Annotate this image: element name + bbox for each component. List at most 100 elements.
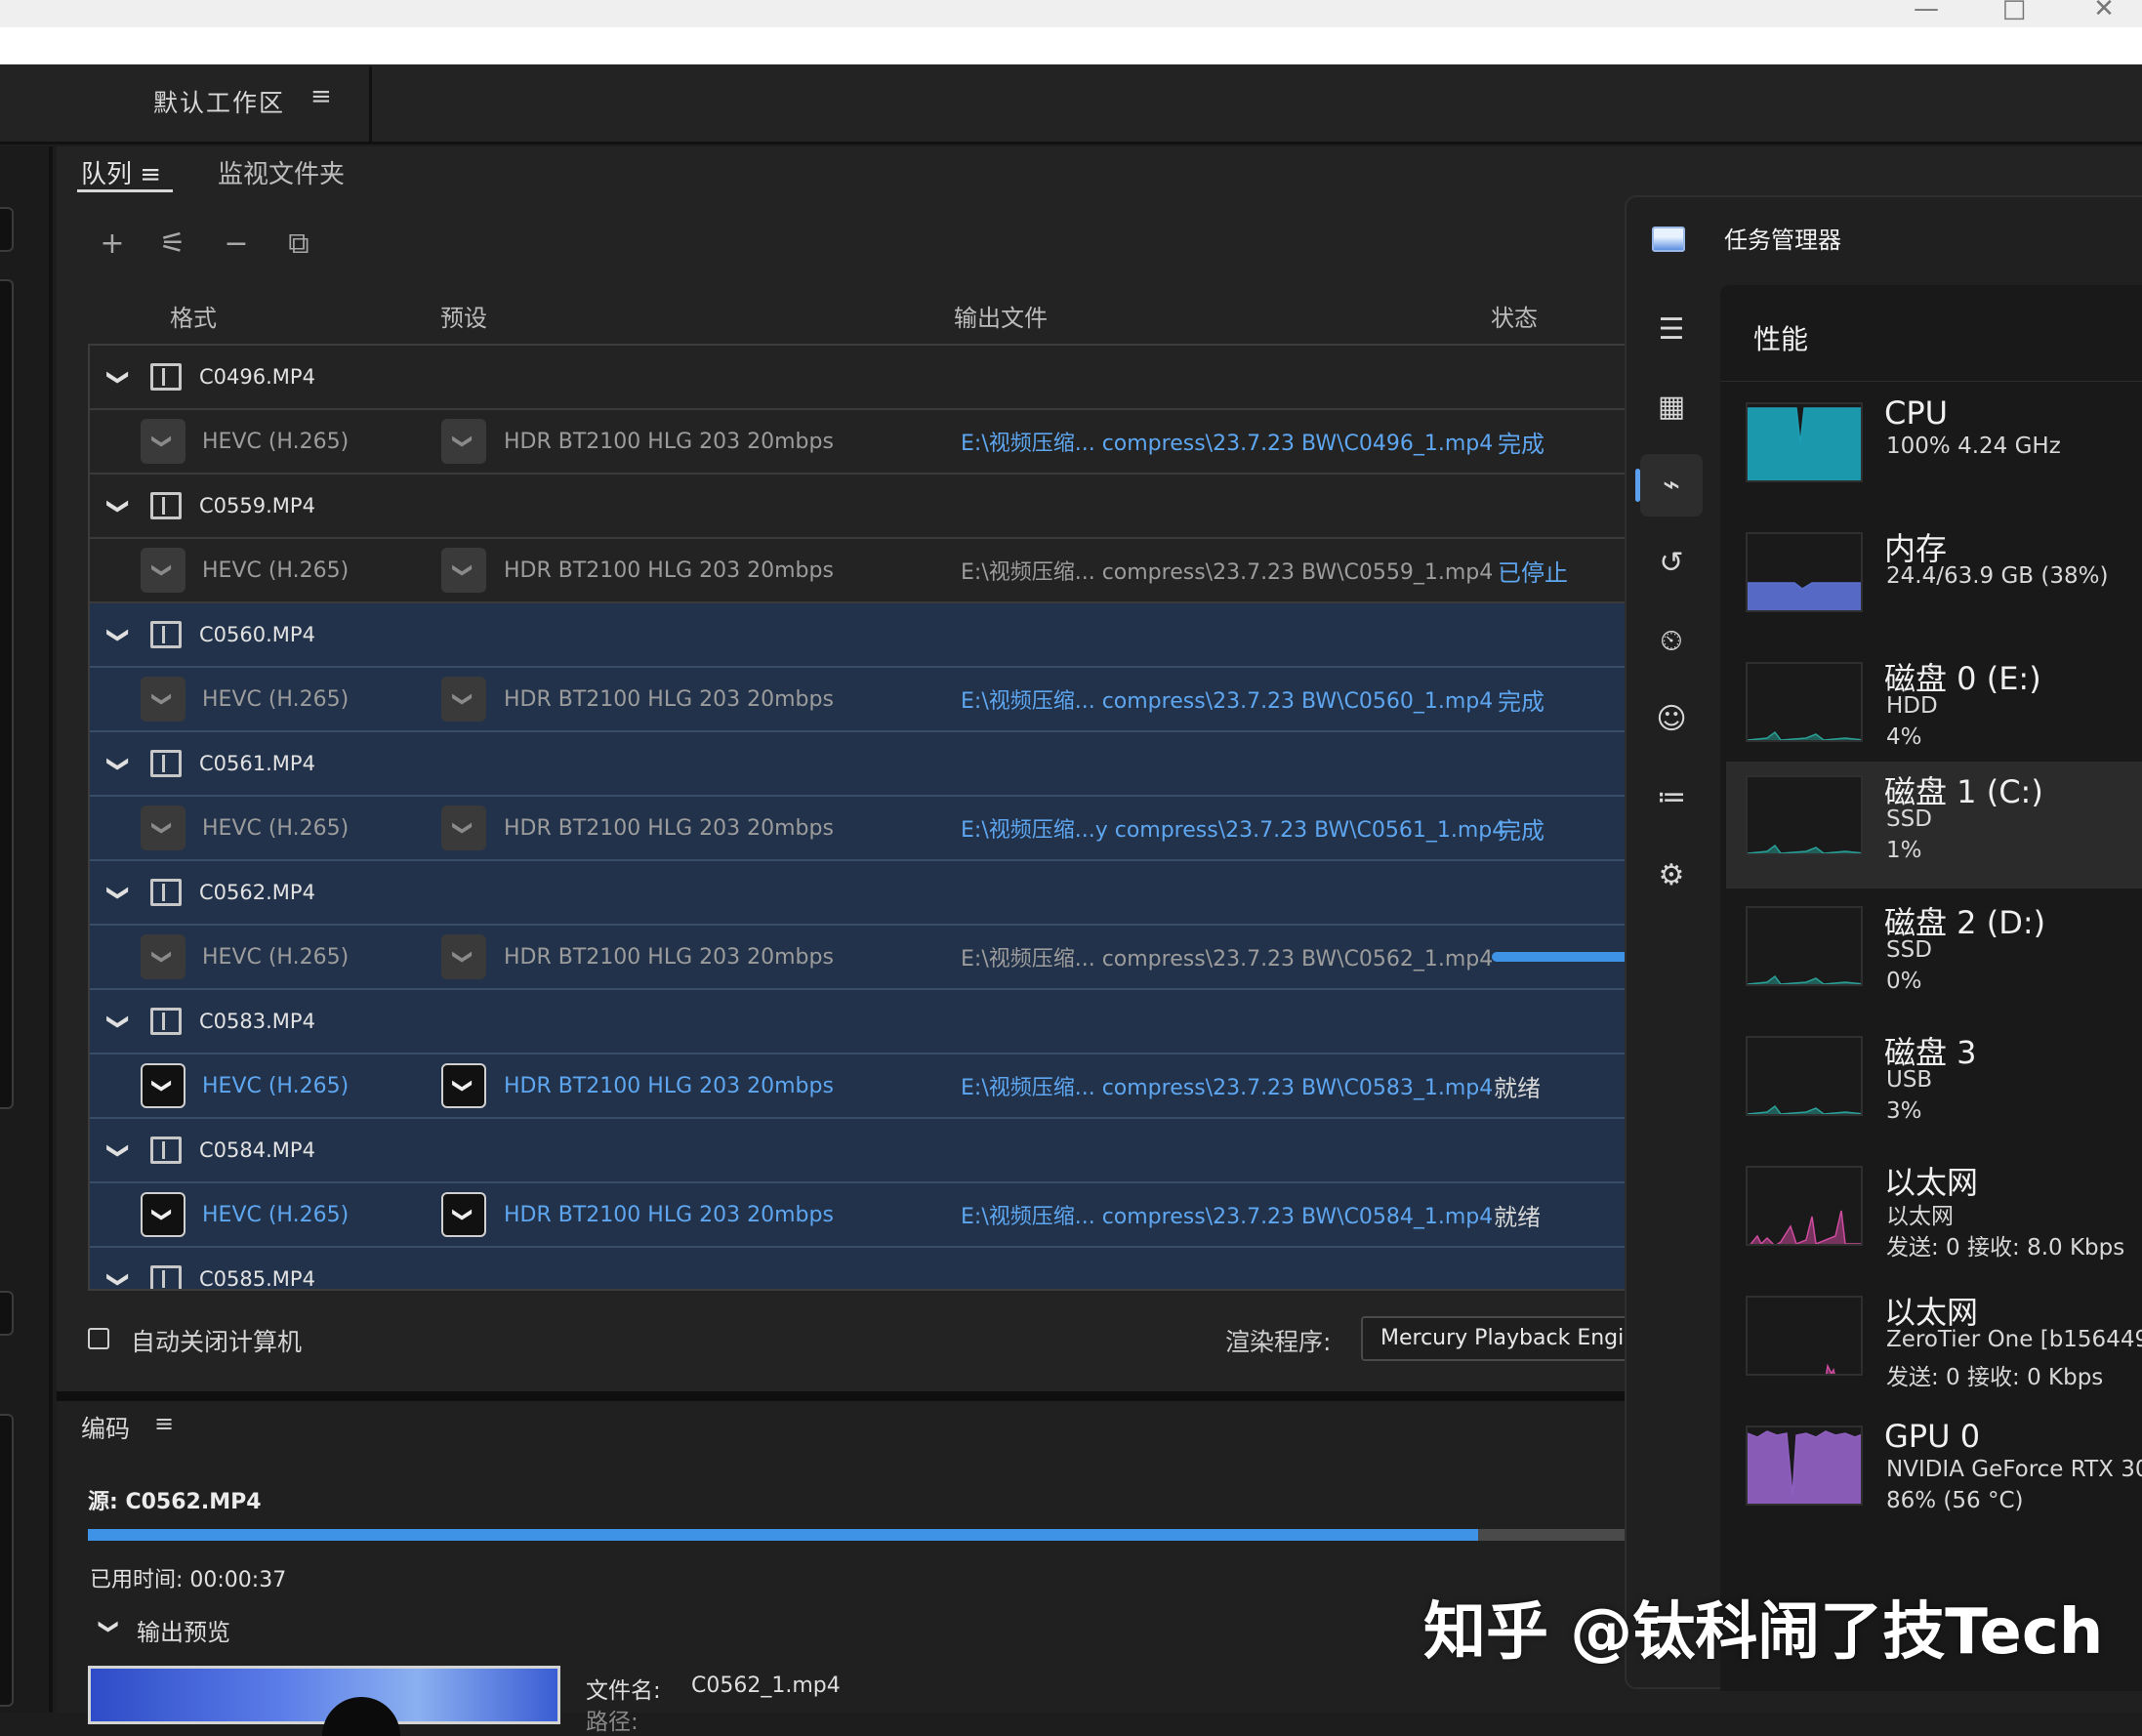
performance-item[interactable]: 磁盘 1 (C:) SSD 1% [1726,762,2142,889]
services-icon[interactable]: ⚙ [1640,845,1703,907]
output-file-link[interactable]: E:\视频压缩... compress\23.7.23 BW\C0559_1.m… [961,555,1493,586]
format-value[interactable]: HEVC (H.265) [202,1203,349,1227]
chevron-down-icon[interactable]: ❯ [106,1264,131,1289]
preset-value[interactable]: HDR BT2100 HLG 203 20mbps [504,816,834,841]
format-dropdown[interactable]: ❯ [141,419,185,464]
preset-value[interactable]: HDR BT2100 HLG 203 20mbps [504,1074,834,1098]
performance-item[interactable]: 磁盘 0 (E:) HDD 4% [1726,648,2142,775]
workspace-menu-icon[interactable]: ≡ [310,82,332,111]
tab-watch-folders[interactable]: 监视文件夹 [218,154,345,190]
chevron-down-icon[interactable]: ❯ [98,1619,121,1635]
left-panel-widget[interactable] [0,207,14,252]
performance-icon[interactable]: ⌁ [1640,454,1703,517]
output-file-link[interactable]: E:\视频压缩... compress\23.7.23 BW\C0583_1.m… [961,1070,1493,1101]
format-value[interactable]: HEVC (H.265) [202,430,349,454]
auto-shutdown-label[interactable]: 自动关闭计算机 [131,1323,302,1358]
auto-shutdown-checkbox[interactable] [88,1328,109,1349]
remove-button[interactable]: − [217,225,256,264]
column-header-output[interactable]: 输出文件 [954,299,1048,333]
preset-value[interactable]: HDR BT2100 HLG 203 20mbps [504,558,834,583]
preset-dropdown[interactable]: ❯ [441,934,486,979]
performance-item[interactable]: 以太网 以太网 发送: 0 接收: 8.0 Kbps [1726,1152,2142,1279]
preset-dropdown[interactable]: ❯ [441,419,486,464]
queue-output-row[interactable]: ❯ HEVC (H.265) ❯ HDR BT2100 HLG 203 20mb… [90,410,1627,475]
queue-output-row[interactable]: ❯ HEVC (H.265) ❯ HDR BT2100 HLG 203 20mb… [90,1183,1627,1248]
performance-graph [1746,1036,1863,1116]
chevron-down-icon[interactable]: ❯ [106,878,131,907]
users-icon[interactable]: ☺ [1640,688,1703,751]
queue-source-row[interactable]: ❯ C0560.MP4 [90,603,1627,668]
preset-dropdown[interactable]: ❯ [441,1063,486,1108]
performance-item[interactable]: 内存 24.4/63.9 GB (38%) [1726,518,2142,645]
duplicate-icon[interactable]: ⧉ [279,225,318,264]
format-value[interactable]: HEVC (H.265) [202,687,349,712]
queue-source-row[interactable]: ❯ C0561.MP4 [90,732,1627,797]
left-panel-widget[interactable] [0,1291,14,1336]
preset-dropdown[interactable]: ❯ [441,677,486,722]
maximize-button[interactable]: □ [1995,0,2034,23]
chevron-down-icon[interactable]: ❯ [106,1136,131,1165]
workspace-title[interactable]: 默认工作区 [153,84,285,119]
column-header-status[interactable]: 状态 [1491,299,1538,333]
queue-output-row[interactable]: ❯ HEVC (H.265) ❯ HDR BT2100 HLG 203 20mb… [90,668,1627,732]
output-file-link[interactable]: E:\视频压缩... compress\23.7.23 BW\C0560_1.m… [961,683,1493,715]
chevron-down-icon[interactable]: ❯ [106,620,131,649]
format-value[interactable]: HEVC (H.265) [202,945,349,970]
performance-item[interactable]: GPU 0 NVIDIA GeForce RTX 30 86% (56 °C) [1726,1412,2142,1539]
output-file-link[interactable]: E:\视频压缩...y compress\23.7.23 BW\C0561_1.… [961,812,1505,844]
preset-dropdown[interactable]: ❯ [441,806,486,850]
preset-value[interactable]: HDR BT2100 HLG 203 20mbps [504,687,834,712]
queue-output-row[interactable]: ❯ HEVC (H.265) ❯ HDR BT2100 HLG 203 20mb… [90,926,1627,990]
format-dropdown[interactable]: ❯ [141,1063,185,1108]
output-preview-toggle[interactable]: 输出预览 [137,1613,230,1647]
queue-output-row[interactable]: ❯ HEVC (H.265) ❯ HDR BT2100 HLG 203 20mb… [90,797,1627,861]
queue-source-row[interactable]: ❯ C0584.MP4 [90,1119,1627,1183]
format-value[interactable]: HEVC (H.265) [202,558,349,583]
chevron-down-icon[interactable]: ❯ [106,749,131,778]
close-button[interactable]: ✕ [2084,0,2123,23]
queue-source-row[interactable]: ❯ C0496.MP4 [90,346,1627,410]
queue-source-row[interactable]: ❯ C0559.MP4 [90,475,1627,539]
app-history-icon[interactable]: ↺ [1640,532,1703,595]
preset-value[interactable]: HDR BT2100 HLG 203 20mbps [504,430,834,454]
format-dropdown[interactable]: ❯ [141,677,185,722]
performance-item[interactable]: 以太网 ZeroTier One [b156449 发送: 0 接收: 0 Kbps [1726,1282,2142,1409]
details-icon[interactable]: ≔ [1640,766,1703,829]
output-file-link[interactable]: E:\视频压缩... compress\23.7.23 BW\C0562_1.m… [961,941,1493,972]
queue-source-row[interactable]: ❯ C0583.MP4 [90,990,1627,1054]
chevron-down-icon[interactable]: ❯ [106,491,131,520]
column-header-preset[interactable]: 预设 [440,299,487,333]
performance-item[interactable]: 磁盘 2 (D:) SSD 0% [1726,892,2142,1019]
format-dropdown[interactable]: ❯ [141,806,185,850]
performance-item-value: 发送: 0 接收: 0 Kbps [1886,1365,2104,1390]
add-source-button[interactable]: + [93,225,132,264]
output-file-link[interactable]: E:\视频压缩... compress\23.7.23 BW\C0496_1.m… [961,426,1493,457]
performance-item-detail: HDD [1886,693,1938,719]
preset-value[interactable]: HDR BT2100 HLG 203 20mbps [504,1203,834,1227]
format-dropdown[interactable]: ❯ [141,934,185,979]
chevron-down-icon[interactable]: ❯ [106,1007,131,1036]
format-value[interactable]: HEVC (H.265) [202,1074,349,1098]
menu-icon[interactable]: ☰ [1640,299,1703,361]
preset-value[interactable]: HDR BT2100 HLG 203 20mbps [504,945,834,970]
queue-output-row[interactable]: ❯ HEVC (H.265) ❯ HDR BT2100 HLG 203 20mb… [90,1054,1627,1119]
performance-item[interactable]: CPU 100% 4.24 GHz [1726,389,2142,516]
startup-icon[interactable]: ⏲ [1640,610,1703,673]
settings-icon[interactable]: ⚟ [153,225,192,264]
encoding-menu-icon[interactable]: ≡ [154,1410,174,1437]
processes-icon[interactable]: ▦ [1640,376,1703,438]
queue-source-row[interactable]: ❯ C0585.MP4 [90,1248,1627,1289]
format-value[interactable]: HEVC (H.265) [202,816,349,841]
queue-source-row[interactable]: ❯ C0562.MP4 [90,861,1627,926]
tab-queue[interactable]: 队列 ≡ [81,154,161,190]
minimize-button[interactable]: — [1907,0,1946,23]
queue-output-row[interactable]: ❯ HEVC (H.265) ❯ HDR BT2100 HLG 203 20mb… [90,539,1627,603]
format-dropdown[interactable]: ❯ [141,548,185,593]
chevron-down-icon[interactable]: ❯ [106,362,131,392]
column-header-format[interactable]: 格式 [170,299,217,333]
performance-item[interactable]: 磁盘 3 USB 3% [1726,1022,2142,1149]
format-dropdown[interactable]: ❯ [141,1192,185,1237]
output-file-link[interactable]: E:\视频压缩... compress\23.7.23 BW\C0584_1.m… [961,1199,1493,1230]
preset-dropdown[interactable]: ❯ [441,1192,486,1237]
preset-dropdown[interactable]: ❯ [441,548,486,593]
